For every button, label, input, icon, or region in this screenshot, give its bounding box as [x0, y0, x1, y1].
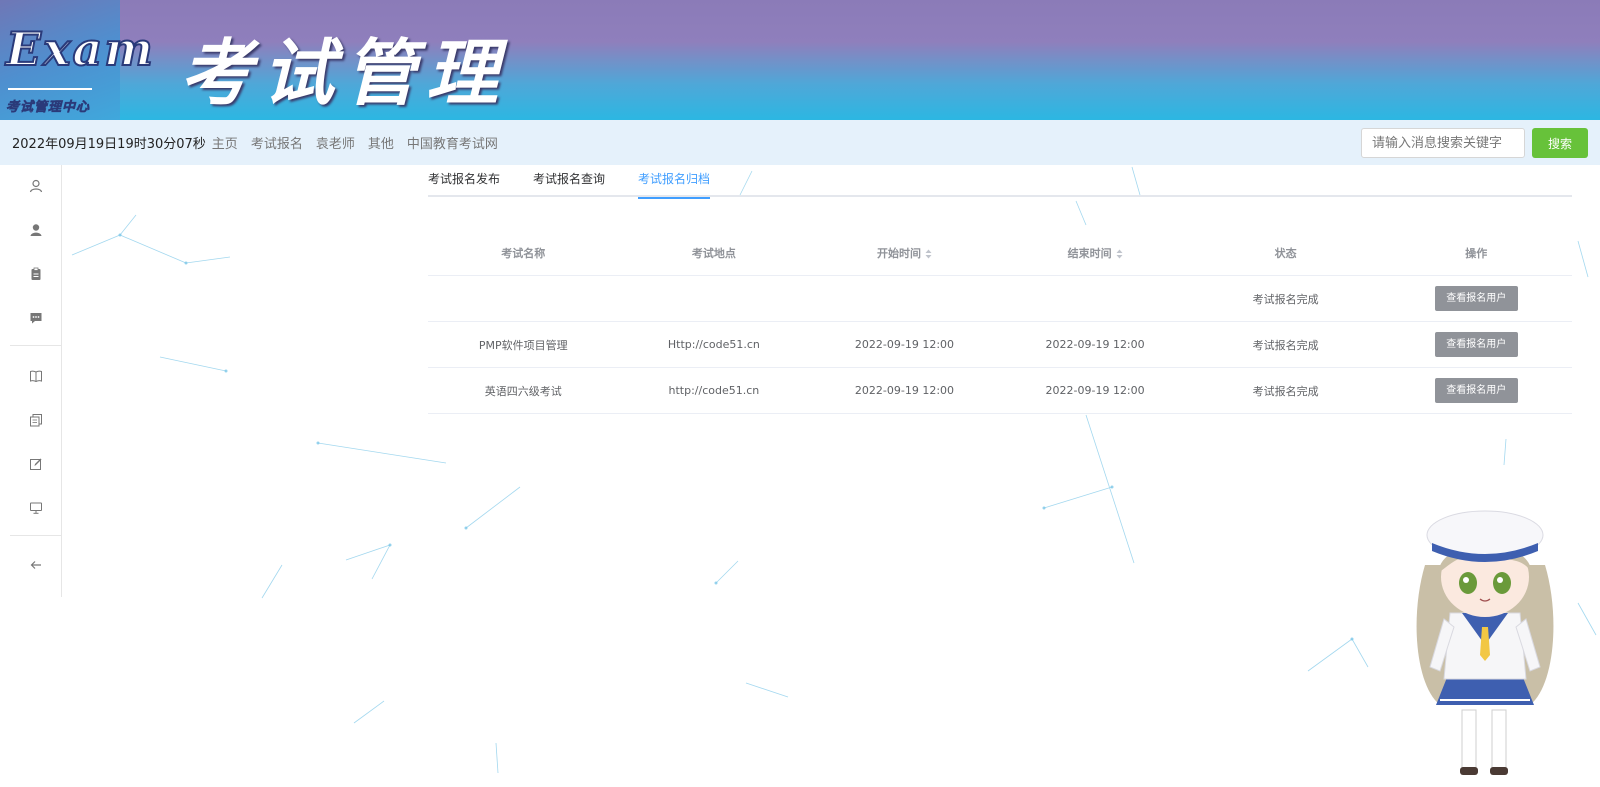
sidebar — [10, 165, 62, 597]
search-input[interactable] — [1361, 128, 1525, 158]
column-header-location: 考试地点 — [691, 246, 736, 260]
column-header-name: 考试名称 — [501, 246, 546, 260]
nav-link-neea[interactable]: 中国教育考试网 — [407, 133, 498, 152]
table-row: PMP软件项目管理 Http://code51.cn 2022-09-19 12… — [428, 322, 1572, 368]
sidebar-item-tasks[interactable] — [10, 259, 62, 289]
registration-table: 考试名称 考试地点 开始时间 结束时间 状态 操作 考试报名完成 查看报名用户 … — [428, 230, 1572, 414]
sidebar-divider — [10, 345, 62, 346]
logo-text: Exam — [5, 21, 155, 77]
logo-subtitle: 考试管理中心 — [6, 100, 91, 116]
sidebar-item-monitor[interactable] — [10, 493, 62, 523]
documents-icon — [30, 414, 42, 427]
sidebar-item-edit[interactable] — [10, 449, 62, 479]
table-header: 考试名称 考试地点 开始时间 结束时间 状态 操作 — [428, 230, 1572, 276]
cell-status: 考试报名完成 — [1252, 384, 1319, 398]
back-arrow-icon — [30, 561, 41, 569]
page-title: 考试管理 — [180, 30, 509, 115]
user-outline-icon — [29, 179, 43, 193]
chat-icon — [30, 313, 42, 324]
view-registrants-button[interactable]: 查看报名用户 — [1434, 286, 1518, 311]
cell-end: 2022-09-19 12:00 — [1045, 338, 1145, 351]
cell-name: 英语四六级考试 — [484, 384, 562, 398]
user-filled-icon — [30, 224, 42, 236]
clipboard-icon — [31, 267, 41, 280]
nav-links: 主页 考试报名 袁老师 其他 中国教育考试网 — [212, 133, 511, 152]
nav-link-exam-registration[interactable]: 考试报名 — [251, 133, 303, 152]
mascot-character[interactable] — [1400, 495, 1570, 785]
column-header-action: 操作 — [1465, 246, 1488, 260]
clock: 2022年09月19日19时30分07秒 — [12, 137, 206, 152]
logo-divider — [8, 88, 92, 90]
cell-action: 查看报名用户 — [1381, 378, 1572, 403]
cell-status: 考试报名完成 — [1252, 292, 1319, 306]
sort-icon[interactable] — [925, 249, 932, 259]
search-button[interactable]: 搜索 — [1532, 128, 1588, 158]
column-header-start[interactable]: 开始时间 — [809, 245, 1000, 261]
sidebar-item-user[interactable] — [10, 215, 62, 245]
search-bar: 搜索 — [1361, 128, 1588, 158]
cell-start: 2022-09-19 12:00 — [854, 384, 955, 397]
cell-location: Http://code51.cn — [667, 338, 760, 351]
cell-start: 2022-09-19 12:00 — [854, 338, 955, 351]
edit-icon — [30, 458, 42, 470]
tab-query[interactable]: 考试报名查询 — [533, 165, 605, 197]
sidebar-item-library[interactable] — [10, 361, 62, 391]
monitor-icon — [30, 502, 42, 514]
nav-link-other[interactable]: 其他 — [368, 133, 394, 152]
logo: Exam 考试管理中心 — [0, 0, 154, 120]
view-registrants-button[interactable]: 查看报名用户 — [1434, 332, 1518, 357]
view-registrants-button[interactable]: 查看报名用户 — [1434, 378, 1518, 403]
nav-link-teacher[interactable]: 袁老师 — [316, 133, 355, 152]
cell-action: 查看报名用户 — [1381, 332, 1572, 357]
nav-link-home[interactable]: 主页 — [212, 133, 238, 152]
tab-archive[interactable]: 考试报名归档 — [638, 165, 711, 199]
tab-bar: 考试报名发布 考试报名查询 考试报名归档 — [428, 165, 1572, 199]
book-icon — [30, 370, 42, 383]
sidebar-collapse-button[interactable] — [10, 550, 62, 580]
cell-end: 2022-09-19 12:00 — [1045, 384, 1145, 397]
top-nav: 2022年09月19日19时30分07秒 主页 考试报名 袁老师 其他 中国教育… — [0, 120, 1600, 165]
table-row: 英语四六级考试 http://code51.cn 2022-09-19 12:0… — [428, 368, 1572, 414]
sort-icon[interactable] — [1116, 249, 1123, 259]
sidebar-item-profile[interactable] — [10, 171, 62, 201]
cell-action: 查看报名用户 — [1381, 286, 1572, 311]
column-header-status: 状态 — [1274, 246, 1297, 260]
sidebar-item-documents[interactable] — [10, 405, 62, 435]
cell-name: PMP软件项目管理 — [478, 338, 568, 352]
column-header-end[interactable]: 结束时间 — [1000, 245, 1191, 261]
sidebar-item-messages[interactable] — [10, 303, 62, 333]
sidebar-divider — [10, 535, 62, 536]
tab-publish[interactable]: 考试报名发布 — [428, 165, 500, 197]
cell-status: 考试报名完成 — [1252, 338, 1319, 352]
table-row: 考试报名完成 查看报名用户 — [428, 276, 1572, 322]
header-banner: Exam 考试管理中心 考试管理 — [0, 0, 1600, 120]
cell-location: http://code51.cn — [668, 384, 760, 397]
